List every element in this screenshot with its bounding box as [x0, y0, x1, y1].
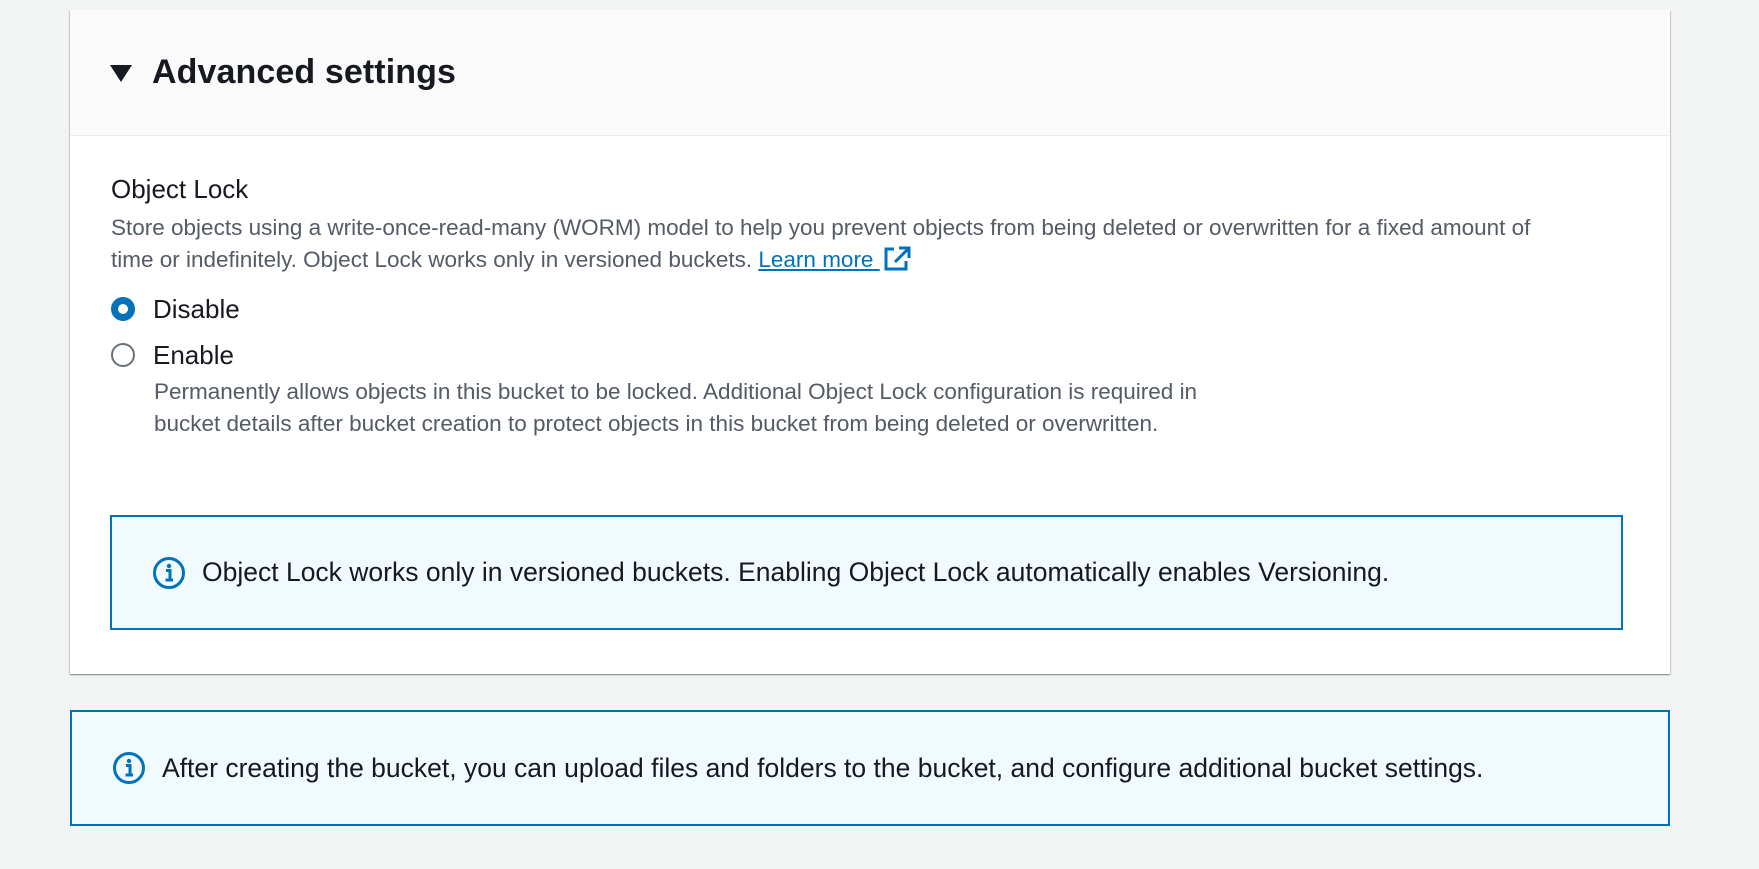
panel-body: Object Lock Store objects using a write-… [70, 136, 1670, 440]
versioning-info-alert: Object Lock works only in versioned buck… [110, 515, 1623, 630]
caret-down-icon [110, 65, 132, 82]
radio-disable-label: Disable [153, 294, 240, 324]
radio-enable-control[interactable] [111, 343, 135, 367]
advanced-settings-toggle[interactable]: Advanced settings [70, 10, 1670, 136]
bucket-creation-info-text: After creating the bucket, you can uploa… [162, 752, 1484, 783]
object-lock-description: Store objects using a write-once-read-ma… [111, 212, 1561, 276]
learn-more-link[interactable]: Learn more [758, 246, 911, 272]
radio-disable[interactable]: Disable [111, 292, 1630, 326]
advanced-settings-panel: Advanced settings Object Lock Store obje… [70, 10, 1670, 674]
learn-more-label: Learn more [758, 247, 874, 272]
radio-disable-control[interactable] [111, 297, 135, 321]
info-icon [113, 752, 145, 784]
bucket-creation-info-alert: After creating the bucket, you can uploa… [70, 710, 1670, 826]
radio-enable-description: Permanently allows objects in this bucke… [154, 379, 1198, 436]
info-icon [153, 556, 185, 589]
external-link-icon [884, 246, 911, 271]
radio-enable[interactable]: Enable [111, 338, 1630, 372]
panel-title: Advanced settings [152, 53, 456, 91]
object-lock-label: Object Lock [111, 174, 249, 204]
versioning-info-text: Object Lock works only in versioned buck… [202, 557, 1390, 587]
radio-enable-label: Enable [153, 340, 234, 370]
